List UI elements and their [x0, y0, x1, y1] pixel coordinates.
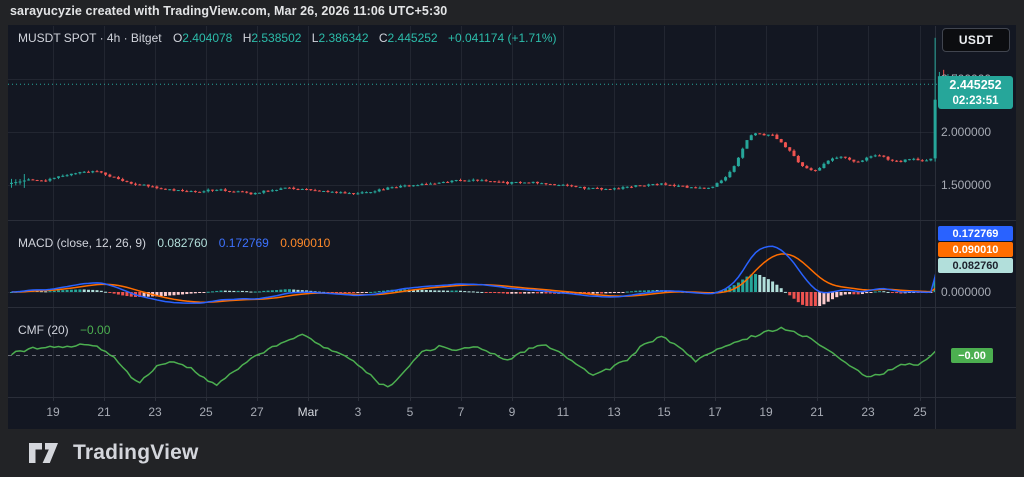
- price-axis-label: 2.000000: [941, 125, 991, 139]
- time-axis-label: 21: [810, 405, 823, 419]
- time-axis-label: 25: [913, 405, 926, 419]
- ohlc-close: C2.445252: [379, 31, 438, 45]
- footer-bar: TradingView: [0, 429, 1024, 477]
- bar-countdown: 02:23:51: [938, 94, 1013, 108]
- time-axis-label: 7: [458, 405, 465, 419]
- cmf-value: −0.00: [80, 323, 110, 337]
- time-axis-label: 13: [607, 405, 620, 419]
- time-axis-label: 19: [46, 405, 59, 419]
- cmf-badge: −0.00: [951, 348, 993, 363]
- ohlc-open: O2.404078: [173, 31, 232, 45]
- time-axis-label: 3: [355, 405, 362, 419]
- macd-title: MACD (close, 12, 26, 9): [18, 236, 146, 250]
- brand-name: TradingView: [73, 441, 199, 465]
- time-axis-label: 23: [148, 405, 161, 419]
- currency-badge[interactable]: USDT: [942, 28, 1010, 52]
- tradingview-logo-icon: [28, 442, 64, 464]
- price-axis-label: 1.500000: [941, 178, 991, 192]
- time-axis-label: 27: [250, 405, 263, 419]
- time-axis-label: 15: [657, 405, 670, 419]
- macd-signal-badge: 0.090010: [938, 242, 1013, 257]
- time-axis-label: 21: [97, 405, 110, 419]
- time-axis-label: 17: [708, 405, 721, 419]
- cmf-legend: CMF (20) −0.00: [18, 323, 110, 337]
- macd-signal-value: 0.090010: [280, 236, 330, 250]
- time-axis-label: 5: [407, 405, 414, 419]
- ohlc-low: L2.386342: [312, 31, 369, 45]
- time-axis-label: 23: [861, 405, 874, 419]
- last-price-badge: 2.445252 02:23:51: [938, 76, 1013, 109]
- macd-line-value: 0.172769: [219, 236, 269, 250]
- cmf-title: CMF (20): [18, 323, 69, 337]
- time-axis-label: 9: [509, 405, 516, 419]
- macd-zero-label: 0.000000: [941, 285, 991, 299]
- tradingview-snapshot: sarayucyzie created with TradingView.com…: [0, 0, 1024, 477]
- time-axis-label: Mar: [298, 405, 319, 419]
- time-axis-label: 11: [557, 405, 569, 419]
- tradingview-logo-link[interactable]: TradingView: [28, 441, 199, 465]
- price-change: +0.041174 (+1.71%): [448, 31, 557, 45]
- macd-legend: MACD (close, 12, 26, 9) 0.082760 0.17276…: [18, 236, 330, 250]
- symbol-title: MUSDT SPOT · 4h · Bitget: [18, 31, 162, 45]
- macd-hist-value: 0.082760: [157, 236, 207, 250]
- macd-line-badge: 0.172769: [938, 226, 1013, 241]
- time-axis-label: 19: [759, 405, 772, 419]
- macd-hist-badge: 0.082760: [938, 258, 1013, 273]
- symbol-legend: MUSDT SPOT · 4h · Bitget O2.404078 H2.53…: [18, 31, 556, 45]
- time-axis-label: 25: [199, 405, 212, 419]
- last-price-value: 2.445252: [938, 78, 1013, 94]
- ohlc-high: H2.538502: [243, 31, 302, 45]
